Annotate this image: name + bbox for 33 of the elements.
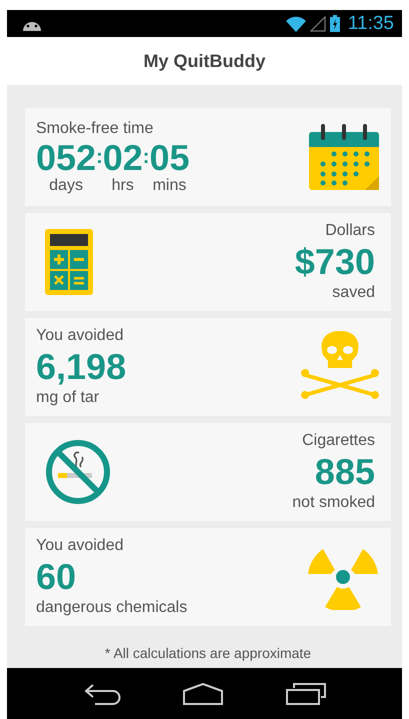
card-label: Smoke-free time: [36, 119, 154, 139]
no-smoking-icon: [45, 439, 111, 505]
signal-icon: [310, 16, 326, 32]
stat-value: 885: [314, 451, 375, 493]
timer-unit: days: [49, 177, 83, 195]
card-label: You avoided: [36, 536, 124, 556]
card-caption: not smoked: [292, 493, 375, 513]
card-label: You avoided: [36, 326, 124, 346]
stat-value: 6,198: [36, 346, 126, 388]
footnote: * All calculations are approximate: [104, 645, 312, 661]
timer-separator: :: [142, 146, 150, 169]
card-caption: mg of tar: [36, 388, 100, 408]
stat-value: $730: [294, 241, 375, 283]
calendar-icon: [309, 124, 379, 190]
card-label: Dollars: [325, 221, 375, 241]
card-label: Cigarettes: [302, 431, 375, 451]
recent-apps-icon[interactable]: [286, 682, 326, 704]
timer-unit: hrs: [112, 177, 134, 195]
wifi-icon: [286, 16, 306, 32]
calculator-icon: [45, 229, 93, 295]
timer-separator: :: [96, 146, 103, 169]
timer-value: 05: [149, 139, 190, 177]
home-icon[interactable]: [182, 682, 224, 704]
app-title: My QuitBuddy: [144, 50, 266, 72]
card-caption: dangerous chemicals: [36, 598, 188, 618]
back-icon[interactable]: [82, 682, 121, 704]
timer-value: 052: [36, 139, 96, 177]
battery-icon: [330, 15, 340, 32]
stat-value: 60: [36, 556, 76, 598]
timer-value: 02: [102, 139, 143, 177]
timer-unit: mins: [152, 177, 186, 195]
status-time: 11:35: [348, 12, 394, 34]
card-caption: saved: [332, 283, 375, 303]
